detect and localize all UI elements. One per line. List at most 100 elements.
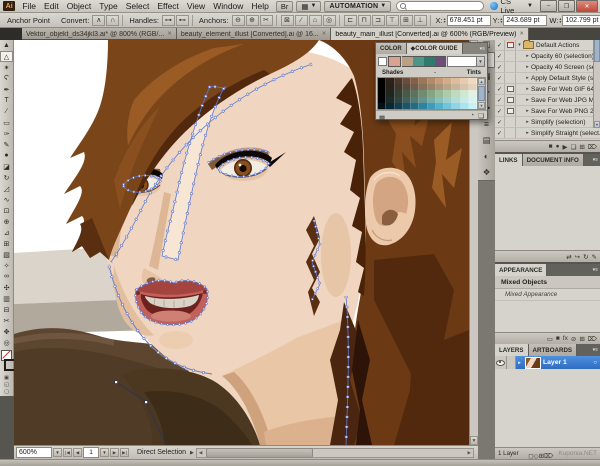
column-graph-tool[interactable]: ▥ <box>0 293 13 304</box>
select-similar-icon[interactable]: ◎ <box>322 14 336 26</box>
checkmark-icon[interactable]: ✓ <box>495 128 505 138</box>
panel-menu-icon[interactable]: ▾≡ <box>591 344 600 356</box>
expand-triangle-icon[interactable]: ▸ <box>524 97 531 103</box>
minimize-button[interactable]: – <box>540 0 557 12</box>
dialog-toggle-icon[interactable] <box>505 84 516 94</box>
scroll-down-icon[interactable]: ▼ <box>594 121 600 128</box>
duplicate-item-icon[interactable]: ⊞ <box>579 335 584 343</box>
artboard-dropdown-icon[interactable]: ▼ <box>100 448 109 457</box>
relink-icon[interactable]: ⇄ <box>566 253 571 261</box>
paintbrush-tool[interactable]: ✑ <box>0 128 13 139</box>
arrange-documents-button[interactable]: ▦ ▼ <box>296 0 322 12</box>
graphic-styles-icon[interactable]: ❖ <box>478 164 495 180</box>
horizontal-scroll-thumb[interactable] <box>206 447 314 458</box>
checkmark-icon[interactable]: ✓ <box>495 73 505 83</box>
set-base-color-button[interactable] <box>378 57 387 66</box>
recolor-artwork-icon[interactable]: ◔ <box>470 112 474 120</box>
search-input[interactable] <box>396 1 485 11</box>
checkmark-icon[interactable]: ✓ <box>495 51 505 61</box>
panel-menu-icon[interactable]: ▾≡ <box>478 43 487 54</box>
previous-artboard-button[interactable]: ◀ <box>73 448 82 457</box>
dialog-toggle-icon[interactable] <box>505 95 516 105</box>
menu-type[interactable]: Type <box>95 1 121 11</box>
artboard-options-icon[interactable]: ⌂ <box>308 14 322 26</box>
dialog-toggle-icon[interactable] <box>505 117 516 127</box>
visibility-toggle[interactable] <box>495 356 507 369</box>
go-to-link-icon[interactable]: ↪ <box>575 253 580 261</box>
color-swatch[interactable] <box>378 102 387 110</box>
harmony-rules-dropdown[interactable]: ▼ <box>447 56 485 67</box>
align-middle-icon[interactable]: ⊞ <box>399 14 413 26</box>
cut-path-icon[interactable]: ✂ <box>259 14 273 26</box>
layer-row[interactable]: ▸ Layer 1 ○ <box>495 356 600 369</box>
menu-help[interactable]: Help <box>247 1 272 11</box>
menu-edit[interactable]: Edit <box>40 1 63 11</box>
harmony-color-swatch[interactable] <box>413 56 424 67</box>
menu-select[interactable]: Select <box>122 1 154 11</box>
symbol-sprayer-tool[interactable]: ✣ <box>0 282 13 293</box>
expand-triangle-icon[interactable]: ▸ <box>524 130 531 136</box>
limit-color-group-icon[interactable]: ▦ <box>379 115 385 122</box>
field-value[interactable]: 678.451 pt <box>446 14 491 26</box>
tab-layers[interactable]: LAYERS <box>495 344 529 356</box>
color-swatch[interactable] <box>460 102 469 110</box>
delete-item-icon[interactable]: ⌦ <box>588 335 597 343</box>
actions-scrollbar[interactable]: ▲ ▼ <box>593 28 600 128</box>
isolate-selected-object-icon[interactable]: ⊠ <box>280 14 294 26</box>
type-tool[interactable]: T <box>0 95 13 106</box>
expand-triangle-icon[interactable]: ▸ <box>524 119 531 125</box>
status-arrow-icon[interactable]: ▶ <box>190 450 194 456</box>
restore-button[interactable]: ❐ <box>558 0 575 12</box>
artboard-tool[interactable]: ⊟ <box>0 304 13 315</box>
delete-action-icon[interactable]: ⌦ <box>588 143 597 151</box>
clear-appearance-icon[interactable]: ⊘ <box>571 335 576 343</box>
convert-to-corner-icon[interactable]: ∧ <box>92 14 106 26</box>
play-icon[interactable]: ▶ <box>563 143 568 151</box>
panel-menu-icon[interactable]: ▾≡ <box>591 154 600 166</box>
hide-handles-icon[interactable]: ⊷ <box>175 14 189 26</box>
new-set-icon[interactable]: ❏ <box>571 143 577 151</box>
zoom-tool[interactable]: ◎ <box>0 337 13 348</box>
menu-view[interactable]: View <box>183 1 209 11</box>
menu-window[interactable]: Window <box>209 1 247 11</box>
tab-document-info[interactable]: DOCUMENT INFO <box>522 154 584 166</box>
color-swatch[interactable] <box>419 102 428 110</box>
last-artboard-button[interactable]: ▶| <box>120 448 129 457</box>
new-fill-icon[interactable]: ■ <box>556 335 560 342</box>
pencil-tool[interactable]: ✎ <box>0 139 13 150</box>
checkmark-icon[interactable]: ✓ <box>495 84 505 94</box>
spinner-icon[interactable]: ▴ ▾ <box>500 16 502 24</box>
scroll-down-icon[interactable]: ▼ <box>470 436 478 445</box>
eyedropper-tool[interactable]: ✧ <box>0 260 13 271</box>
expand-triangle-icon[interactable]: ▸ <box>524 108 531 114</box>
update-link-icon[interactable]: ↻ <box>583 253 588 261</box>
menu-object[interactable]: Object <box>63 1 96 11</box>
color-mode-button[interactable]: ▣ <box>4 374 9 381</box>
gradient-icon[interactable]: ▤ <box>478 132 495 148</box>
zoom-level-field[interactable]: 600% <box>16 447 52 458</box>
align-right-icon[interactable]: ⊐ <box>371 14 385 26</box>
align-bottom-icon[interactable]: ⊥ <box>413 14 427 26</box>
color-swatch[interactable] <box>444 102 453 110</box>
align-left-icon[interactable]: ⊏ <box>343 14 357 26</box>
target-circle-icon[interactable]: ○ <box>593 360 597 366</box>
pen-tool[interactable]: ✒ <box>0 84 13 95</box>
spinner-icon[interactable]: ▴ ▾ <box>559 16 561 24</box>
connect-anchors-icon[interactable]: ⊕ <box>245 14 259 26</box>
align-top-icon[interactable]: ⊤ <box>385 14 399 26</box>
scroll-down-icon[interactable]: ▼ <box>478 102 485 109</box>
tab-artboards[interactable]: ARTBOARDS <box>528 344 578 356</box>
checkmark-icon[interactable]: ✓ <box>495 95 505 105</box>
transparency-icon[interactable]: ◐ <box>478 148 495 164</box>
menu-file[interactable]: File <box>18 1 40 11</box>
drawing-mode-button[interactable]: ◱ <box>4 381 9 388</box>
color-swatch[interactable] <box>435 102 444 110</box>
expand-triangle-icon[interactable]: ▸ <box>524 53 531 59</box>
show-handles-icon[interactable]: ⊶ <box>161 14 175 26</box>
bridge-button[interactable]: Br <box>275 0 294 12</box>
mesh-tool[interactable]: ⊞ <box>0 238 13 249</box>
document-tab[interactable]: beauty_main_illust [Converted].ai @ 600%… <box>331 28 529 40</box>
dialog-toggle-icon[interactable] <box>505 62 516 72</box>
close-button[interactable]: ✕ <box>576 0 598 12</box>
tab--color-guide[interactable]: ◆COLOR GUIDE <box>406 43 463 54</box>
